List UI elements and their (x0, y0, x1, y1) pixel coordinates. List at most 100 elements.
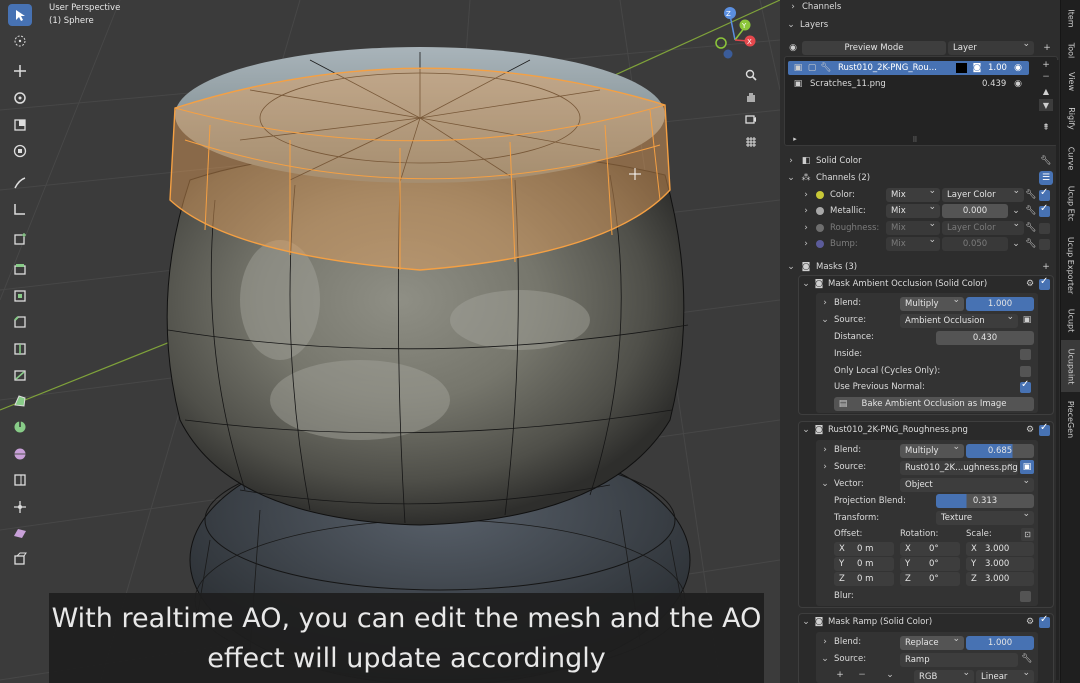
scale-x-field[interactable]: X 3.000 (966, 542, 1034, 556)
link-icon[interactable]: ⊡ (1021, 528, 1034, 541)
layers-header[interactable]: ⌄ Layers (786, 17, 828, 33)
source-select[interactable]: Rust010_2K...ughness.png (900, 461, 1018, 475)
ramp-interpolation-select[interactable]: Linear (976, 670, 1034, 683)
collapse-right-icon[interactable]: › (820, 297, 830, 309)
channel-enable-checkbox[interactable] (1039, 187, 1050, 201)
image-icon[interactable]: ▣ (1020, 460, 1034, 474)
collapse-right-icon[interactable]: › (786, 155, 796, 167)
edge-slide-icon[interactable] (8, 469, 32, 491)
shear-icon[interactable] (8, 522, 32, 544)
inset-icon[interactable] (8, 285, 32, 307)
only-local-checkbox[interactable] (1020, 366, 1031, 377)
channel-blend-select[interactable]: Mix (886, 221, 940, 235)
expand-down-icon[interactable]: ⌄ (786, 261, 796, 273)
3d-viewport[interactable]: Z Y X User Perspective (1) Sphere With r… (0, 0, 780, 683)
channel-value-field[interactable]: 0.000 (942, 204, 1008, 218)
gear-icon[interactable]: ⚙ (1024, 423, 1036, 437)
scale-y-field[interactable]: Y 3.000 (966, 557, 1034, 571)
tab-ucup-exporter[interactable]: Ucup Exporter (1061, 230, 1080, 300)
offset-z-field[interactable]: Z0 m (834, 572, 894, 586)
wrench-icon[interactable]: 🔧︎ (1025, 188, 1037, 202)
add-icon[interactable]: + (1040, 41, 1054, 55)
collapse-right-icon[interactable]: › (820, 444, 830, 456)
move-up-icon[interactable]: ▲ (1039, 85, 1053, 97)
list-icon[interactable]: ☰ (1039, 171, 1053, 185)
measure-icon[interactable] (8, 198, 32, 220)
collapse-right-icon[interactable]: › (801, 238, 811, 250)
expand-down-icon[interactable]: ⌄ (801, 424, 811, 436)
collapse-right-icon[interactable]: › (820, 461, 830, 473)
distance-field[interactable]: 0.430 (936, 331, 1034, 345)
wrench-icon[interactable]: 🔧︎ (1020, 652, 1034, 666)
transform-icon[interactable] (8, 140, 32, 162)
layer-name[interactable]: Rust010_2K-PNG_Rou... (838, 61, 937, 75)
annotate-icon[interactable] (8, 172, 32, 194)
channel-enable-checkbox[interactable] (1039, 223, 1050, 234)
rip-icon[interactable] (8, 548, 32, 570)
scale-icon[interactable] (8, 114, 32, 136)
blend-mode-select[interactable]: Multiply (900, 297, 964, 311)
ramp-color-mode-select[interactable]: RGB (914, 670, 974, 683)
scale-z-field[interactable]: Z 3.000 (966, 572, 1034, 586)
wrench-icon[interactable]: 🔧︎ (1025, 204, 1037, 218)
select-icon[interactable] (8, 4, 32, 26)
rotation-x-field[interactable]: X 0° (900, 542, 960, 556)
expand-down-icon[interactable]: ⌄ (820, 653, 830, 665)
blend-mode-select[interactable]: Replace (900, 636, 964, 650)
source-select[interactable]: Ambient Occlusion (900, 314, 1018, 328)
collapse-right-icon[interactable]: › (801, 222, 811, 234)
use-previous-normal-checkbox[interactable] (1020, 379, 1031, 393)
knife-icon[interactable] (8, 364, 32, 386)
tab-rigify[interactable]: Rigify (1061, 98, 1080, 138)
collapse-right-icon[interactable]: › (801, 189, 811, 201)
loop-cut-icon[interactable] (8, 338, 32, 360)
eye-icon[interactable]: ◉ (1011, 61, 1025, 75)
hand-icon[interactable] (740, 87, 762, 107)
smooth-icon[interactable] (8, 443, 32, 465)
add-layer-icon[interactable]: + (1039, 59, 1053, 71)
rotation-y-field[interactable]: Y 0° (900, 557, 960, 571)
blend-value-slider[interactable]: 1.000 (966, 636, 1034, 650)
color-swatch[interactable] (956, 63, 967, 73)
image-icon[interactable]: ▣ (1020, 313, 1034, 327)
remove-stop-icon[interactable]: − (856, 669, 868, 681)
move-down-icon[interactable]: ▼ (1039, 99, 1053, 111)
resize-grip-icon[interactable]: ⠿ (908, 136, 922, 144)
tab-ucupt[interactable]: Ucupt (1061, 302, 1080, 338)
zoom-icon[interactable] (740, 65, 762, 85)
channel-blend-select[interactable]: Mix (886, 204, 940, 218)
channel-enable-checkbox[interactable] (1039, 239, 1050, 250)
offset-y-field[interactable]: Y0 m (834, 557, 894, 571)
tab-ucup-etc[interactable]: Ucup Etc (1061, 178, 1080, 228)
move-icon[interactable] (8, 60, 32, 82)
add-mask-icon[interactable]: + (1040, 260, 1052, 274)
tab-item[interactable]: Item (1061, 0, 1080, 36)
blend-value-slider[interactable]: 1.000 (966, 297, 1034, 311)
channel-value-select[interactable]: Layer Color (942, 221, 1024, 235)
gear-icon[interactable]: ⚙ (1024, 277, 1036, 291)
layer-opacity[interactable]: 0.439 (982, 77, 1006, 91)
add-stop-icon[interactable]: + (834, 669, 846, 681)
bake-ao-button[interactable]: ▤ Bake Ambient Occlusion as Image (834, 397, 1034, 411)
grid-icon[interactable] (740, 132, 762, 152)
layer-opacity[interactable]: 1.00 (988, 61, 1007, 75)
channel-blend-select[interactable]: Mix (886, 188, 940, 202)
channel-blend-select[interactable]: Mix (886, 237, 940, 251)
camera-icon[interactable] (740, 109, 762, 129)
gear-icon[interactable]: ⚙ (1024, 615, 1036, 629)
chevron-down-icon[interactable]: ⌄ (884, 669, 896, 681)
mask-enable-checkbox[interactable] (1039, 276, 1050, 290)
bevel-icon[interactable] (8, 311, 32, 333)
panel-scrollbar[interactable] (1056, 60, 1059, 680)
extrude-icon[interactable] (8, 258, 32, 280)
list-special-icon[interactable]: ⇞ (1039, 121, 1053, 135)
chevron-down-icon[interactable]: ⌄ (1010, 237, 1022, 251)
collapse-right-icon[interactable]: › (801, 205, 811, 217)
channels-header[interactable]: › Channels (788, 0, 841, 15)
remove-layer-icon[interactable]: − (1039, 72, 1053, 82)
channel-enable-checkbox[interactable] (1039, 203, 1050, 217)
cursor-icon[interactable] (8, 30, 32, 52)
spin-icon[interactable] (8, 416, 32, 438)
offset-x-field[interactable]: X0 m (834, 542, 894, 556)
projection-blend-slider[interactable]: 0.313 (936, 494, 1034, 508)
